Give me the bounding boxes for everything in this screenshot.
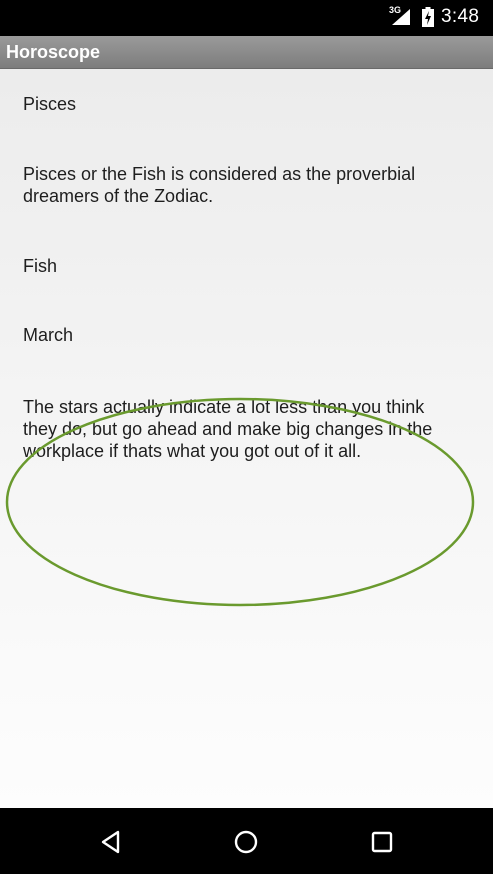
home-icon[interactable] [230, 826, 262, 858]
signal-icon [392, 9, 410, 25]
status-bar: 3G 3:48 [0, 0, 493, 36]
horoscope-prediction: The stars actually indicate a lot less t… [23, 397, 433, 461]
action-bar: Horoscope [0, 36, 493, 69]
sign-month: March [23, 325, 74, 345]
navigation-bar [0, 808, 493, 874]
app-title: Horoscope [6, 42, 101, 62]
battery-charging-icon [422, 7, 434, 27]
horoscope-content: Pisces Pisces or the Fish is considered … [0, 69, 493, 808]
sign-description: Pisces or the Fish is considered as the … [23, 164, 416, 206]
back-icon[interactable] [96, 826, 128, 858]
sign-symbol: Fish [23, 256, 58, 276]
clock: 3:48 [441, 6, 480, 27]
sign-name: Pisces [23, 94, 77, 114]
recents-icon[interactable] [366, 826, 398, 858]
